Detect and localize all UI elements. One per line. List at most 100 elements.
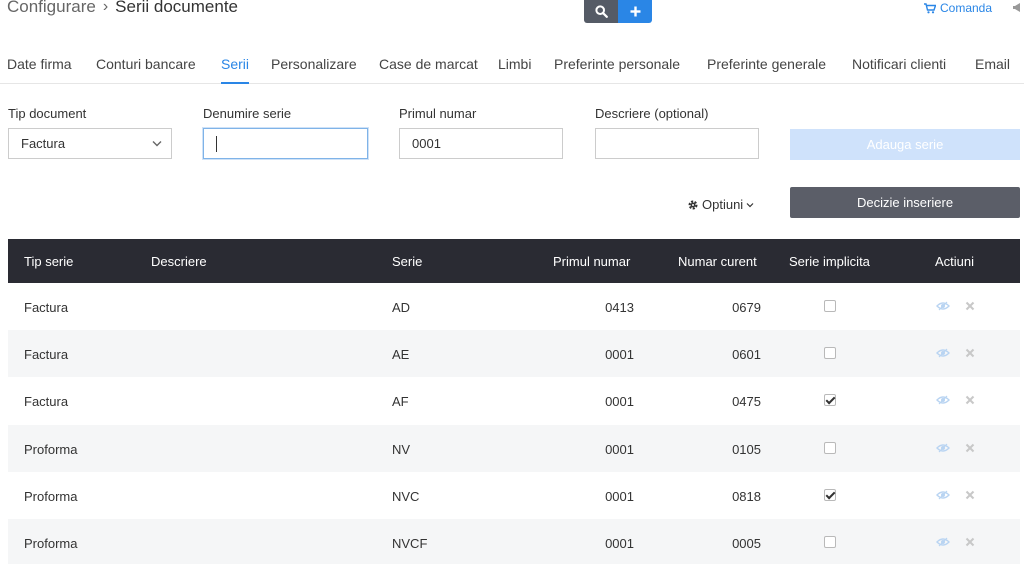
top-bar: Configurare › Serii documente Comanda — [0, 0, 1024, 36]
cell-numar-curent: 0105 — [732, 442, 761, 457]
tab-personalizare[interactable]: Personalizare — [271, 56, 357, 72]
tip-document-label: Tip document — [8, 106, 87, 121]
descriere-input[interactable] — [595, 128, 759, 159]
chevron-down-icon — [152, 141, 162, 147]
close-icon[interactable] — [965, 301, 975, 311]
serie-implicita-checkbox[interactable] — [824, 394, 836, 406]
tab-serii[interactable]: Serii — [221, 56, 250, 84]
column-header-tip-serie[interactable]: Tip serie — [24, 254, 73, 269]
close-icon[interactable] — [965, 348, 975, 358]
serie-implicita-checkbox[interactable] — [824, 489, 836, 501]
cell-serie: AD — [392, 300, 411, 315]
cell-numar-curent: 0679 — [732, 300, 761, 315]
chevron-down-icon — [746, 202, 754, 207]
tip-document-value: Factura — [21, 136, 66, 151]
optiuni-label: Optiuni — [702, 197, 744, 212]
cell-primul-numar: 0413 — [605, 300, 634, 315]
descriere-optional-text: (optional) — [654, 106, 709, 121]
decizie-inseriere-button[interactable]: Decizie inseriere — [790, 187, 1020, 218]
cell-primul-numar: 0001 — [605, 394, 634, 409]
page-title: Serii documente — [115, 0, 238, 16]
breadcrumb-separator: › — [102, 0, 109, 15]
search-icon — [594, 5, 608, 18]
eye-icon[interactable] — [936, 443, 950, 453]
top-action-buttons — [584, 0, 652, 23]
comanda-label: Comanda — [940, 1, 993, 15]
column-header-descriere[interactable]: Descriere — [151, 254, 207, 269]
column-header-actiuni: Actiuni — [935, 254, 975, 269]
serie-implicita-checkbox[interactable] — [824, 300, 836, 312]
cell-numar-curent: 0005 — [732, 536, 761, 551]
cell-serie: NVCF — [392, 536, 428, 551]
table-row: Factura AD 0413 0679 — [8, 283, 1020, 330]
optiuni-dropdown[interactable]: Optiuni — [687, 197, 754, 212]
table-row: Factura AE 0001 0601 — [8, 330, 1020, 377]
descriere-label: Descriere (optional) — [595, 106, 708, 121]
table-row: Proforma NVCF 0001 0005 — [8, 519, 1020, 564]
tip-document-select[interactable]: Factura — [8, 128, 172, 159]
text-caret — [216, 135, 217, 152]
tab-preferinte-generale[interactable]: Preferinte generale — [707, 56, 826, 72]
eye-icon[interactable] — [936, 537, 950, 547]
tab-notificari-clienti[interactable]: Notificari clienti — [852, 56, 946, 72]
primul-numar-label: Primul numar — [399, 106, 477, 121]
table-row: Proforma NVC 0001 0818 — [8, 472, 1020, 519]
cell-tip-serie: Proforma — [24, 536, 78, 551]
cell-primul-numar: 0001 — [605, 442, 634, 457]
cell-primul-numar: 0001 — [605, 489, 634, 504]
breadcrumb: Configurare › Serii documente — [7, 0, 238, 17]
cell-tip-serie: Factura — [24, 347, 69, 362]
serie-implicita-checkbox[interactable] — [824, 347, 836, 359]
close-icon[interactable] — [965, 443, 975, 453]
eye-icon[interactable] — [936, 395, 950, 405]
primul-numar-input[interactable]: 0001 — [399, 128, 563, 159]
tab-preferinte-personale[interactable]: Preferinte personale — [554, 56, 680, 72]
cell-tip-serie: Factura — [24, 394, 69, 409]
adauga-serie-button[interactable]: Adauga serie — [790, 129, 1020, 160]
cart-icon — [924, 2, 936, 13]
eye-icon[interactable] — [936, 348, 950, 358]
cell-tip-serie: Factura — [24, 300, 69, 315]
column-header-serie[interactable]: Serie — [392, 254, 422, 269]
plus-icon — [630, 6, 640, 17]
column-header-serie-implicita[interactable]: Serie implicita — [789, 254, 870, 269]
table-row: Factura AF 0001 0475 — [8, 377, 1020, 424]
cell-primul-numar: 0001 — [605, 536, 634, 551]
primul-numar-value: 0001 — [412, 136, 441, 151]
eye-icon[interactable] — [936, 301, 950, 311]
breadcrumb-root[interactable]: Configurare — [7, 0, 96, 17]
tab-limbi[interactable]: Limbi — [498, 56, 531, 72]
cell-serie: AE — [392, 347, 410, 362]
gear-icon — [688, 199, 698, 210]
tab-conturi-bancare[interactable]: Conturi bancare — [96, 56, 196, 72]
denumire-serie-input[interactable] — [203, 128, 368, 159]
cell-primul-numar: 0001 — [605, 347, 634, 362]
comanda-link[interactable]: Comanda — [924, 1, 992, 15]
cell-numar-curent: 0818 — [732, 489, 761, 504]
column-header-primul-numar[interactable]: Primul numar — [553, 254, 630, 269]
close-icon[interactable] — [965, 537, 975, 547]
descriere-label-text: Descriere — [595, 106, 651, 121]
cell-numar-curent: 0475 — [732, 394, 761, 409]
tab-case-de-marcat[interactable]: Case de marcat — [379, 56, 478, 72]
table-row: Proforma NV 0001 0105 — [8, 425, 1020, 472]
denumire-serie-label: Denumire serie — [203, 106, 292, 121]
add-button[interactable] — [618, 0, 652, 23]
close-icon[interactable] — [965, 490, 975, 500]
cell-numar-curent: 0601 — [732, 347, 761, 362]
close-icon[interactable] — [965, 395, 975, 405]
cell-tip-serie: Proforma — [24, 489, 78, 504]
cell-serie: AF — [392, 394, 409, 409]
cell-serie: NVC — [392, 489, 420, 504]
serie-implicita-checkbox[interactable] — [824, 536, 836, 548]
cell-serie: NV — [392, 442, 411, 457]
tab-email[interactable]: Email — [975, 56, 1010, 72]
serie-implicita-checkbox[interactable] — [824, 442, 836, 454]
settings-tabs: Date firma Conturi bancare Serii Persona… — [0, 48, 1024, 84]
cell-tip-serie: Proforma — [24, 442, 78, 457]
eye-icon[interactable] — [936, 490, 950, 500]
column-header-numar-curent[interactable]: Numar curent — [678, 254, 757, 269]
megaphone-icon[interactable] — [1012, 2, 1024, 16]
search-button[interactable] — [584, 0, 618, 23]
tab-date-firma[interactable]: Date firma — [7, 56, 72, 72]
